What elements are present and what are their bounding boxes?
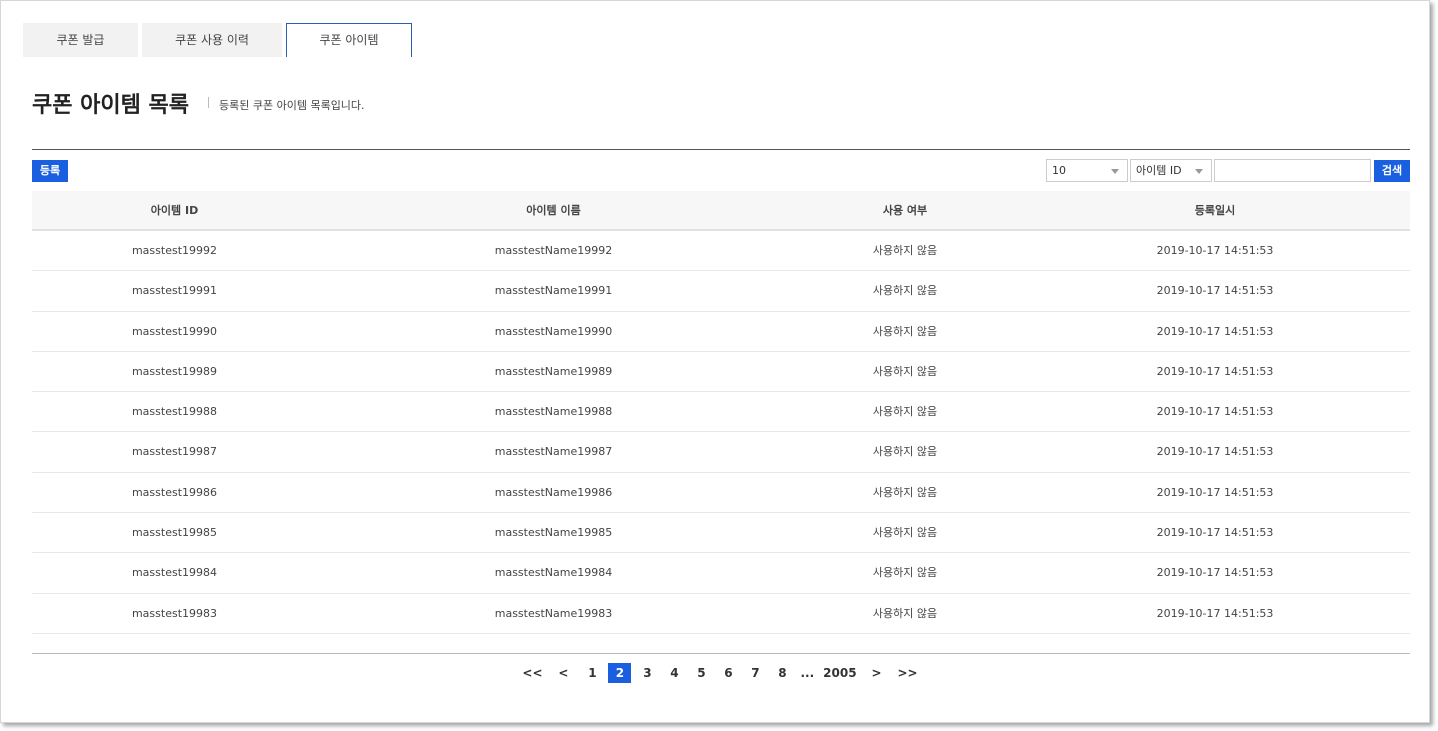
table-body: masstest19992 masstestName19992 사용하지 않음 201… (32, 231, 1410, 634)
title-divider (208, 97, 209, 108)
cell-item-id: masstest19990 (131, 324, 218, 338)
page-button-8[interactable]: 8 (771, 663, 793, 683)
cell-item-name: masstestName19992 (494, 244, 613, 257)
page-size-value: 10 (1052, 164, 1066, 177)
table-row[interactable]: masstest19987 masstestName19987 사용하지 않음 201… (32, 432, 1410, 473)
table-row[interactable]: masstest19990 masstestName19990 사용하지 않음 201… (32, 312, 1410, 352)
page-button-2-current[interactable]: 2 (608, 663, 632, 683)
cell-registered-at: 2019-10-17 14:51:53 (1156, 445, 1274, 459)
cell-item-name: masstestName19985 (494, 526, 613, 540)
table-row[interactable]: masstest19988 masstestName19988 사용하지 않음 201… (32, 392, 1410, 433)
pagination-ellipsis: ... (800, 666, 815, 680)
cell-usage-status: 사용하지 않음 (872, 405, 938, 419)
table-header: 아이템 ID 아이템 이름 사용 여부 등록일시 (32, 191, 1410, 231)
tab-bar: 쿠폰 발급 쿠폰 사용 이력 쿠폰 아이템 (23, 23, 416, 57)
cell-registered-at: 2019-10-17 14:51:53 (1156, 526, 1274, 540)
cell-registered-at: 2019-10-17 14:51:53 (1156, 606, 1274, 620)
register-button[interactable]: 등록 (32, 160, 68, 182)
search-field-value: 아이템 ID (1136, 164, 1182, 177)
cell-item-name: masstestName19984 (494, 566, 613, 580)
table-row[interactable]: masstest19983 masstestName19983 사용하지 않음 201… (32, 594, 1410, 634)
cell-usage-status: 사용하지 않음 (872, 606, 938, 620)
chevron-down-icon (1111, 169, 1119, 174)
page-button-6[interactable]: 6 (717, 663, 739, 683)
app-frame: 쿠폰 발급 쿠폰 사용 이력 쿠폰 아이템 쿠폰 아이템 목록 등록된 쿠폰 아… (0, 0, 1430, 723)
page-button-5[interactable]: 5 (690, 663, 712, 683)
table-row[interactable]: masstest19986 masstestName19986 사용하지 않음 201… (32, 473, 1410, 514)
first-page-button[interactable]: << (519, 663, 545, 683)
search-input[interactable] (1214, 159, 1371, 182)
column-header-usage-status: 사용 여부 (882, 204, 928, 217)
cell-usage-status: 사용하지 않음 (872, 445, 938, 459)
cell-item-id: masstest19984 (131, 566, 218, 580)
cell-usage-status: 사용하지 않음 (872, 324, 938, 338)
page-button-7[interactable]: 7 (744, 663, 766, 683)
page-button-1[interactable]: 1 (581, 663, 603, 683)
cell-item-id: masstest19987 (131, 445, 218, 459)
cell-registered-at: 2019-10-17 14:51:53 (1156, 405, 1274, 419)
prev-page-button[interactable]: < (550, 663, 576, 683)
header-divider (32, 149, 1410, 150)
pagination: << < 1 2 3 4 5 6 7 8 ... 2005 > >> (1, 663, 1438, 683)
cell-item-id: masstest19986 (131, 485, 218, 499)
cell-registered-at: 2019-10-17 14:51:53 (1156, 566, 1274, 580)
cell-registered-at: 2019-10-17 14:51:53 (1156, 485, 1274, 499)
search-field-select[interactable]: 아이템 ID (1130, 159, 1212, 182)
search-button[interactable]: 검색 (1374, 160, 1410, 182)
cell-item-id: masstest19991 (131, 284, 218, 298)
cell-item-id: masstest19985 (131, 526, 218, 540)
page-size-select[interactable]: 10 (1046, 159, 1128, 182)
tab-coupon-issue[interactable]: 쿠폰 발급 (23, 23, 138, 57)
next-page-button[interactable]: > (864, 663, 890, 683)
page-button-4[interactable]: 4 (663, 663, 685, 683)
column-header-item-name: 아이템 이름 (526, 204, 581, 217)
cell-item-id: masstest19992 (131, 244, 218, 257)
cell-item-id: masstest19988 (131, 405, 218, 419)
cell-usage-status: 사용하지 않음 (872, 364, 938, 378)
cell-item-name: masstestName19990 (494, 324, 613, 338)
column-header-registered-at: 등록일시 (1194, 204, 1236, 217)
cell-usage-status: 사용하지 않음 (872, 566, 938, 580)
cell-item-name: masstestName19988 (494, 405, 613, 419)
cell-registered-at: 2019-10-17 14:51:53 (1156, 284, 1274, 298)
cell-item-name: masstestName19986 (494, 485, 613, 499)
last-page-button[interactable]: >> (895, 663, 921, 683)
page-button-last-number[interactable]: 2005 (821, 663, 858, 683)
cell-item-name: masstestName19983 (494, 606, 613, 620)
page-description: 등록된 쿠폰 아이템 목록입니다. (219, 99, 365, 112)
cell-item-id: masstest19989 (131, 364, 218, 378)
cell-registered-at: 2019-10-17 14:51:53 (1156, 244, 1274, 257)
cell-usage-status: 사용하지 않음 (872, 244, 938, 257)
cell-registered-at: 2019-10-17 14:51:53 (1156, 324, 1274, 338)
cell-registered-at: 2019-10-17 14:51:53 (1156, 364, 1274, 378)
page-title: 쿠폰 아이템 목록 (32, 93, 189, 118)
table-bottom-divider (32, 653, 1410, 654)
table-row[interactable]: masstest19985 masstestName19985 사용하지 않음 201… (32, 513, 1410, 554)
cell-usage-status: 사용하지 않음 (872, 485, 938, 499)
table-row[interactable]: masstest19984 masstestName19984 사용하지 않음 201… (32, 553, 1410, 594)
cell-usage-status: 사용하지 않음 (872, 284, 938, 298)
cell-item-name: masstestName19987 (494, 445, 613, 459)
cell-item-name: masstestName19989 (494, 364, 613, 378)
cell-usage-status: 사용하지 않음 (872, 526, 938, 540)
table-row[interactable]: masstest19991 masstestName19991 사용하지 않음 201… (32, 271, 1410, 312)
table-row[interactable]: masstest19989 masstestName19989 사용하지 않음 201… (32, 352, 1410, 393)
chevron-down-icon (1195, 169, 1203, 174)
table-row[interactable]: masstest19992 masstestName19992 사용하지 않음 201… (32, 231, 1410, 272)
tab-coupon-item[interactable]: 쿠폰 아이템 (286, 23, 412, 57)
cell-item-id: masstest19983 (131, 606, 218, 620)
page-button-3[interactable]: 3 (636, 663, 658, 683)
item-table: 아이템 ID 아이템 이름 사용 여부 등록일시 masstest19992 ma… (32, 191, 1410, 634)
cell-item-name: masstestName19991 (494, 284, 613, 298)
tab-coupon-usage-history[interactable]: 쿠폰 사용 이력 (142, 23, 282, 57)
column-header-item-id: 아이템 ID (150, 204, 199, 217)
